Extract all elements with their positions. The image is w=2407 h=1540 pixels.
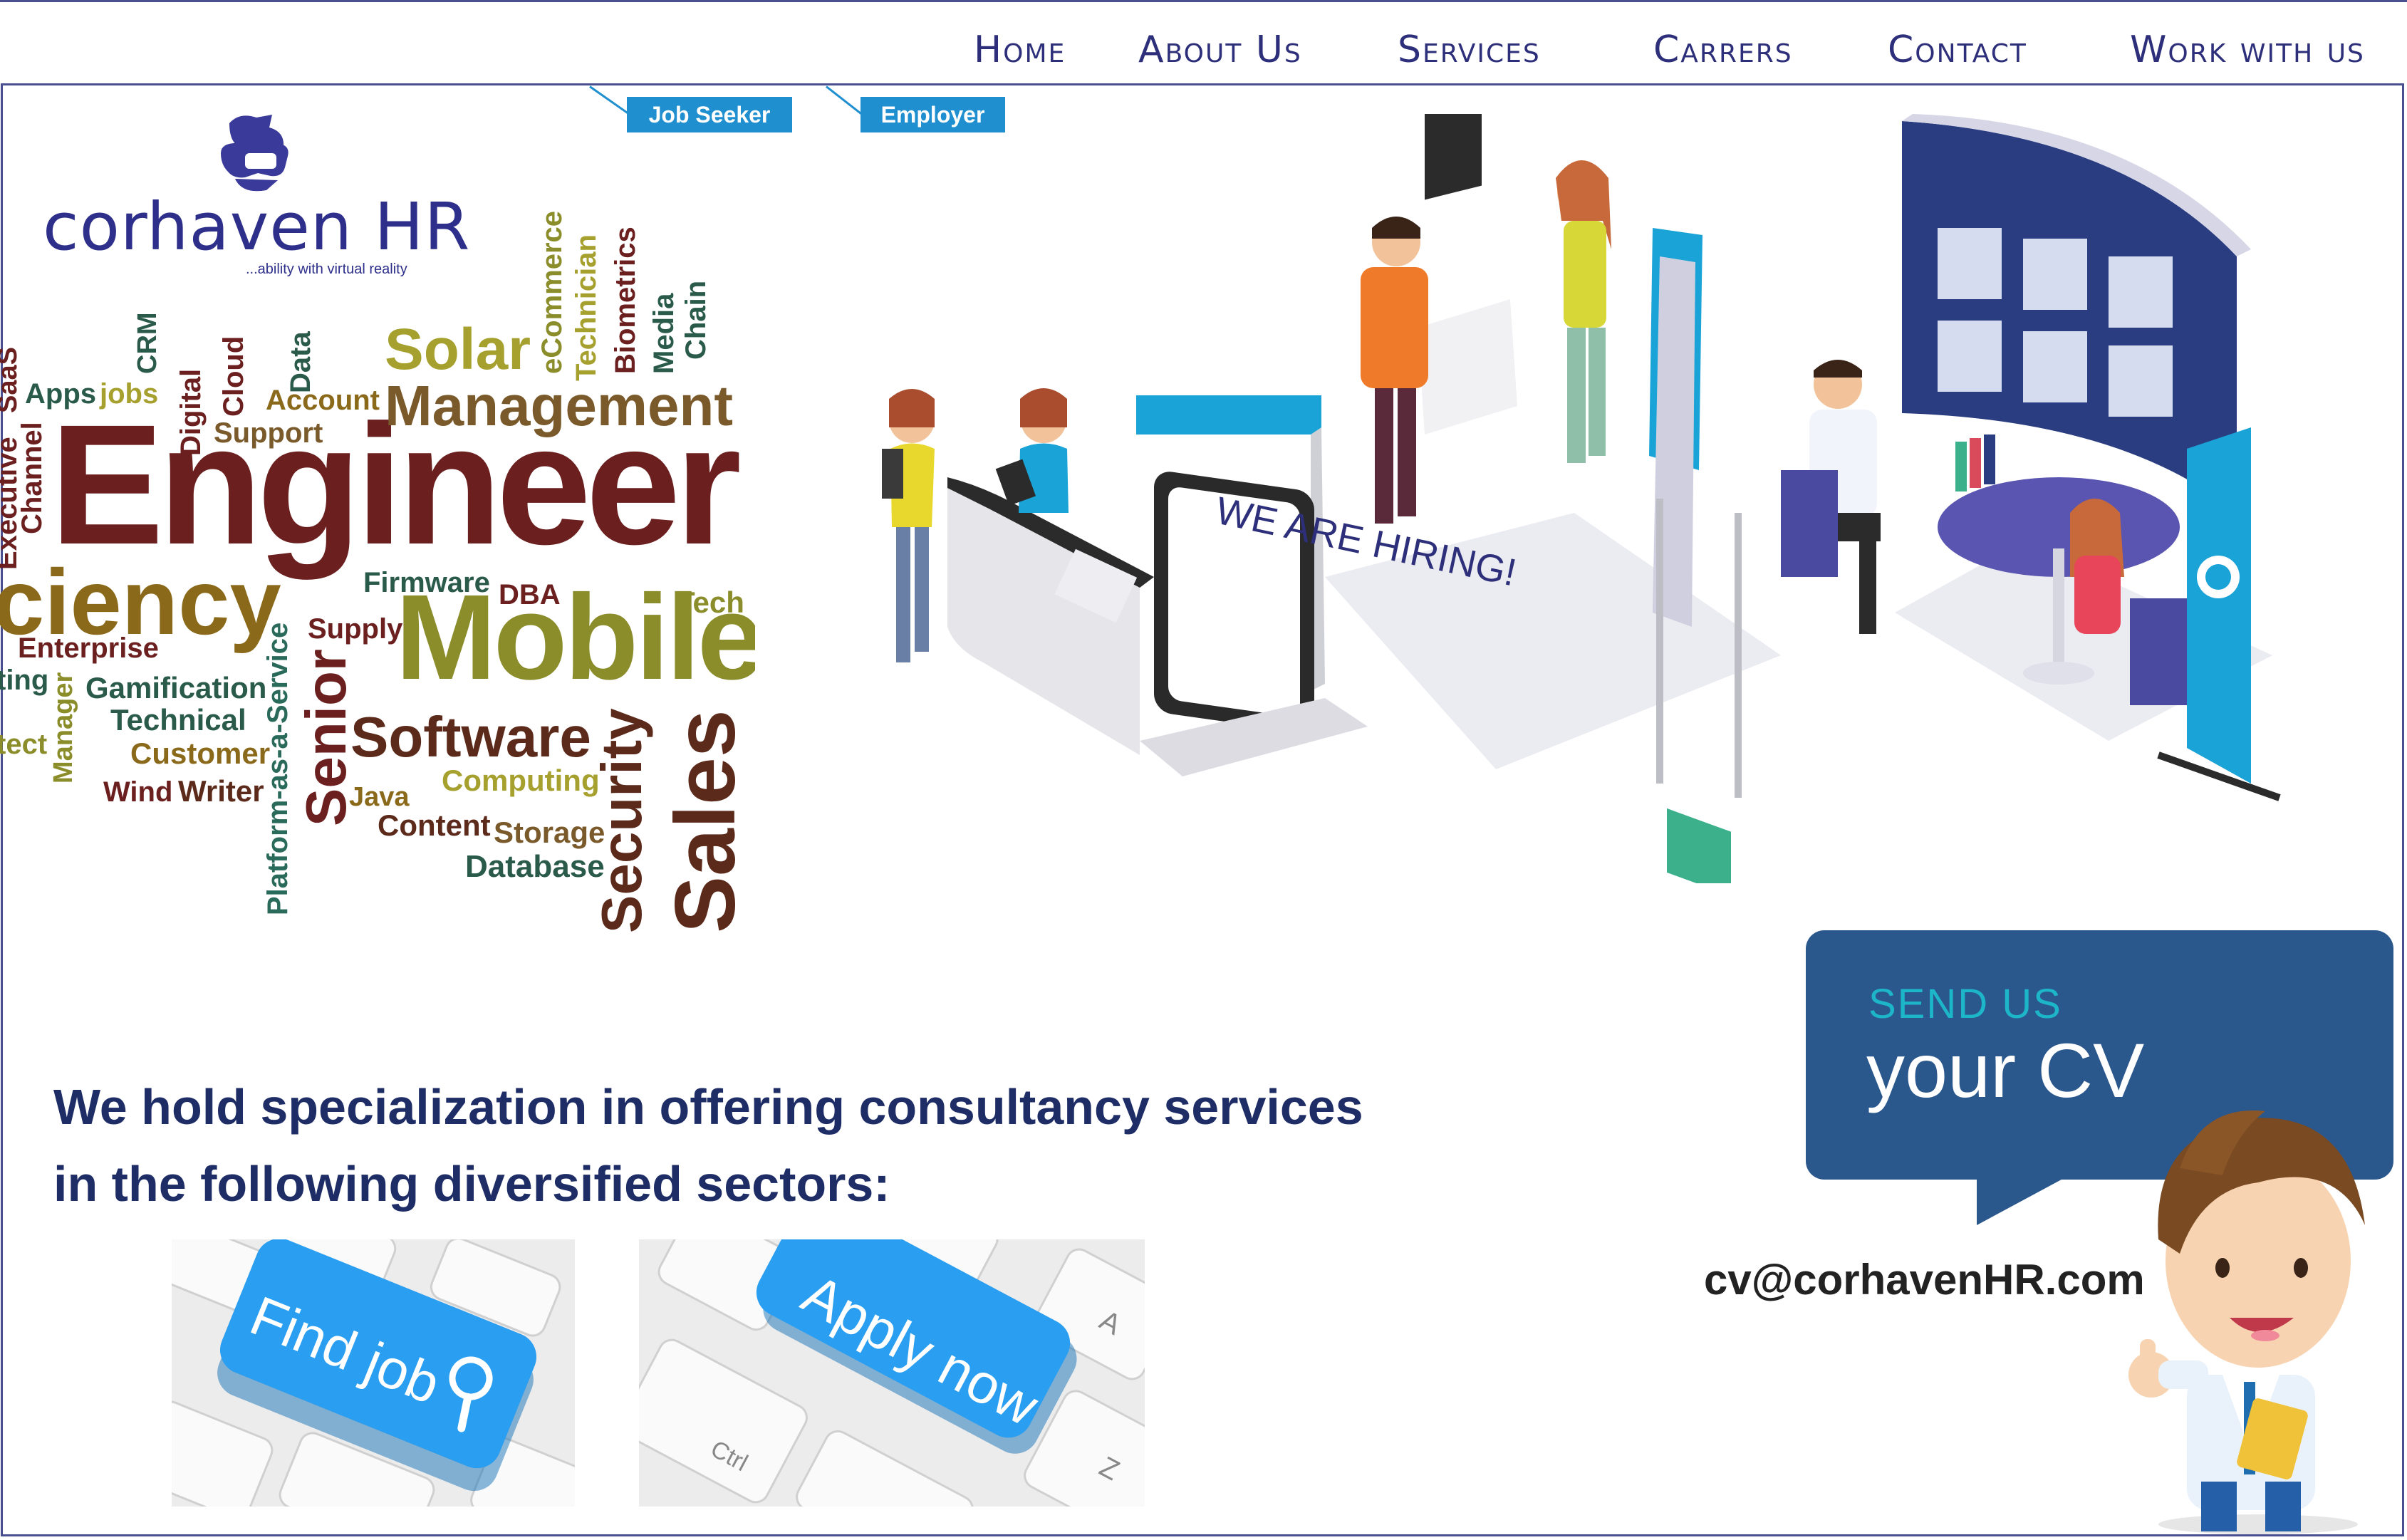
word-computing: Computing — [442, 764, 600, 797]
word-senior: Senior — [294, 649, 358, 826]
nav-work-with-us[interactable]: Work with us — [2130, 28, 2365, 71]
top-rule — [0, 0, 2407, 2]
word-tech: Tech — [677, 586, 744, 619]
word-jobs: jobs — [100, 378, 159, 410]
word-storage: Storage — [494, 816, 605, 849]
word-technical: Technical — [110, 703, 246, 737]
word-manager: Manager — [48, 672, 78, 784]
word-dba: DBA — [499, 579, 561, 610]
tab-job-seeker[interactable]: Job Seeker — [627, 97, 792, 132]
word-database: Database — [465, 849, 605, 884]
page-headline: We hold specialization in offering consu… — [53, 1068, 1442, 1222]
nav-contact[interactable]: Contact — [1888, 28, 2027, 71]
word-sales: Sales — [657, 709, 753, 933]
thumbs-up-mascot-illustration — [2128, 1110, 2365, 1534]
word-gamification: Gamification — [85, 671, 267, 704]
word-media: Media — [648, 293, 680, 374]
word-customer: Customer — [130, 737, 271, 770]
job-word-cloud: Engineer Mobile Management Solar Softwar… — [0, 199, 755, 940]
send-cv-bubble-tail — [1977, 1175, 2069, 1225]
word-ting: ting — [0, 665, 49, 696]
word-biometrics: Biometrics — [610, 227, 641, 374]
nav-services[interactable]: Services — [1398, 28, 1541, 71]
word-ecommerce: eCommerce — [536, 210, 568, 374]
cv-email-link[interactable]: cv@corhavenHR.com — [1704, 1255, 2145, 1304]
nav-about-us[interactable]: About Us — [1138, 28, 1302, 71]
main-nav: Home About Us Services Carrers Contact W… — [0, 21, 2407, 71]
word-firmware: Firmware — [363, 567, 490, 598]
word-enterprise: Enterprise — [18, 633, 159, 664]
word-software: Software — [350, 705, 591, 769]
headline-line-2: in the following diversified sectors: — [53, 1156, 890, 1212]
word-tect: tect — [0, 729, 48, 760]
word-supply: Supply — [308, 613, 403, 645]
word-apps: Apps — [25, 378, 96, 410]
word-crm: CRM — [132, 312, 162, 374]
word-cloud: Cloud — [218, 335, 249, 417]
recruitment-fair-illustration: WE ARE HIRING! — [882, 114, 2281, 883]
word-technician: Technician — [571, 234, 602, 381]
find-job-button[interactable]: Find job — [172, 1239, 575, 1507]
word-management: Management — [385, 374, 733, 437]
word-java: Java — [349, 782, 410, 812]
word-solar: Solar — [385, 317, 531, 382]
word-digital: Digital — [175, 368, 207, 456]
page: Home About Us Services Carrers Contact W… — [0, 0, 2407, 1540]
word-channel: Channel — [16, 422, 48, 534]
nav-home[interactable]: Home — [974, 28, 1066, 71]
apply-now-button[interactable]: Apply now Ctrl A Z — [639, 1239, 1145, 1507]
word-chain: Chain — [680, 280, 712, 360]
word-account: Account — [266, 385, 380, 416]
word-wind: Wind — [103, 776, 173, 808]
word-data: Data — [285, 331, 316, 393]
word-saas: SaaS — [0, 347, 23, 413]
headline-line-1: We hold specialization in offering consu… — [53, 1079, 1363, 1135]
nav-carrers[interactable]: Carrers — [1653, 28, 1793, 71]
word-writer: Writer — [178, 774, 264, 808]
send-us-text: SEND US — [1868, 981, 2062, 1027]
word-content: Content — [378, 808, 491, 842]
keyboard-apply-now-image — [639, 1239, 1145, 1507]
vr-headset-logo-icon — [221, 115, 288, 192]
word-support: Support — [214, 417, 323, 449]
